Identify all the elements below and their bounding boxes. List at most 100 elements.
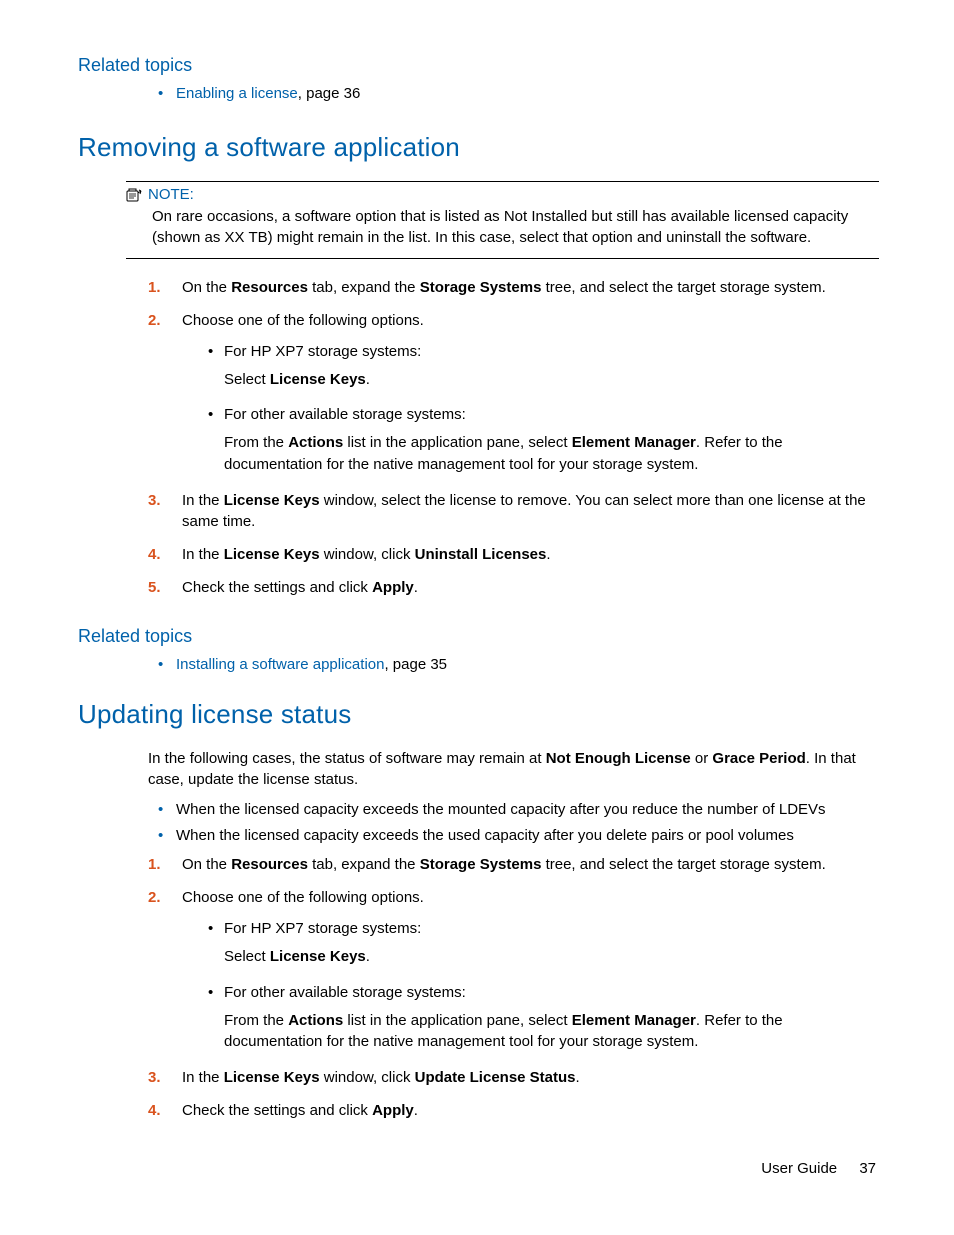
text: Choose one of the following options. — [182, 889, 424, 906]
condition-list: When the licensed capacity exceeds the m… — [148, 800, 879, 847]
text: list in the application pane, select — [343, 434, 571, 451]
link-suffix: , page 36 — [298, 85, 361, 102]
related-topics-list: Enabling a license, page 36 — [148, 84, 879, 104]
step-item: In the License Keys window, select the l… — [148, 490, 879, 532]
bold: License Keys — [224, 1069, 320, 1086]
bold: License Keys — [270, 948, 366, 965]
link-suffix: , page 35 — [384, 656, 447, 673]
text-line: From the Actions list in the application… — [224, 1010, 879, 1054]
text: From the — [224, 1012, 288, 1029]
text: On the — [182, 856, 231, 873]
related-topics-heading: Related topics — [78, 626, 879, 647]
list-item: For other available storage systems: Fro… — [204, 982, 879, 1053]
list-item: When the licensed capacity exceeds the m… — [148, 800, 879, 820]
list-item: For HP XP7 storage systems: Select Licen… — [204, 341, 879, 391]
step-item: On the Resources tab, expand the Storage… — [148, 854, 879, 875]
note-head: NOTE: — [126, 186, 879, 203]
bold: License Keys — [270, 371, 366, 388]
steps-removing: On the Resources tab, expand the Storage… — [148, 277, 879, 598]
bold: Apply — [372, 579, 414, 596]
text: In the — [182, 492, 224, 509]
text-line: From the Actions list in the application… — [224, 432, 879, 476]
link-enabling-license[interactable]: Enabling a license — [176, 85, 298, 102]
bold: Actions — [288, 1012, 343, 1029]
heading-removing-software: Removing a software application — [78, 132, 879, 163]
text: tab, expand the — [308, 856, 420, 873]
bold: Element Manager — [572, 1012, 696, 1029]
divider — [126, 181, 879, 182]
text: tree, and select the target storage syst… — [541, 856, 825, 873]
text: . — [576, 1069, 580, 1086]
text: In the — [182, 546, 224, 563]
note-block: NOTE: On rare occasions, a software opti… — [126, 181, 879, 259]
text: tree, and select the target storage syst… — [541, 279, 825, 296]
step-item: Choose one of the following options. For… — [148, 310, 879, 476]
page: Related topics Enabling a license, page … — [0, 0, 954, 1235]
step-item: Check the settings and click Apply. — [148, 1100, 879, 1121]
text: Choose one of the following options. — [182, 312, 424, 329]
note-body: On rare occasions, a software option tha… — [152, 207, 879, 248]
text: On the — [182, 279, 231, 296]
text: window, click — [320, 546, 415, 563]
bold: Element Manager — [572, 434, 696, 451]
step-item: On the Resources tab, expand the Storage… — [148, 277, 879, 298]
heading-updating-license: Updating license status — [78, 699, 879, 730]
bold: Grace Period — [712, 750, 805, 767]
bold: Storage Systems — [420, 279, 542, 296]
bold: License Keys — [224, 546, 320, 563]
list-item: Installing a software application, page … — [148, 655, 879, 675]
text: window, click — [320, 1069, 415, 1086]
bold: Update License Status — [415, 1069, 576, 1086]
bold: License Keys — [224, 492, 320, 509]
list-item: For HP XP7 storage systems: Select Licen… — [204, 918, 879, 968]
related-topics-heading: Related topics — [78, 55, 879, 76]
bold: Resources — [231, 856, 308, 873]
sub-bullets: For HP XP7 storage systems: Select Licen… — [204, 918, 879, 1053]
text: In the — [182, 1069, 224, 1086]
text: For HP XP7 storage systems: — [224, 343, 421, 360]
related-topics-list: Installing a software application, page … — [148, 655, 879, 675]
bold: Uninstall Licenses — [415, 546, 547, 563]
text: Check the settings and click — [182, 579, 372, 596]
text: For other available storage systems: — [224, 984, 466, 1001]
bold: Not Enough License — [546, 750, 691, 767]
intro-paragraph: In the following cases, the status of so… — [148, 748, 879, 790]
list-item: When the licensed capacity exceeds the u… — [148, 826, 879, 846]
page-number: 37 — [859, 1160, 876, 1177]
text: . — [366, 948, 370, 965]
text: list in the application pane, select — [343, 1012, 571, 1029]
text: Select — [224, 371, 270, 388]
note-icon — [126, 188, 142, 202]
text: From the — [224, 434, 288, 451]
bold: Actions — [288, 434, 343, 451]
text: . — [366, 371, 370, 388]
text: . — [546, 546, 550, 563]
text: For HP XP7 storage systems: — [224, 920, 421, 937]
text: tab, expand the — [308, 279, 420, 296]
divider — [126, 258, 879, 259]
text: . — [414, 579, 418, 596]
page-footer: User Guide 37 — [761, 1160, 876, 1177]
text: Select — [224, 948, 270, 965]
bold: Storage Systems — [420, 856, 542, 873]
list-item: For other available storage systems: Fro… — [204, 404, 879, 475]
text: or — [691, 750, 713, 767]
text: In the following cases, the status of so… — [148, 750, 546, 767]
step-item: Check the settings and click Apply. — [148, 577, 879, 598]
step-item: In the License Keys window, click Uninst… — [148, 544, 879, 565]
text: . — [414, 1102, 418, 1119]
footer-label: User Guide — [761, 1160, 837, 1177]
bold: Apply — [372, 1102, 414, 1119]
bold: Resources — [231, 279, 308, 296]
steps-updating: On the Resources tab, expand the Storage… — [148, 854, 879, 1121]
text: Check the settings and click — [182, 1102, 372, 1119]
sub-bullets: For HP XP7 storage systems: Select Licen… — [204, 341, 879, 476]
text-line: Select License Keys. — [224, 369, 879, 391]
note-label: NOTE: — [148, 186, 194, 203]
text-line: Select License Keys. — [224, 946, 879, 968]
step-item: In the License Keys window, click Update… — [148, 1067, 879, 1088]
text: For other available storage systems: — [224, 406, 466, 423]
link-installing-software[interactable]: Installing a software application — [176, 656, 384, 673]
step-item: Choose one of the following options. For… — [148, 887, 879, 1053]
list-item: Enabling a license, page 36 — [148, 84, 879, 104]
